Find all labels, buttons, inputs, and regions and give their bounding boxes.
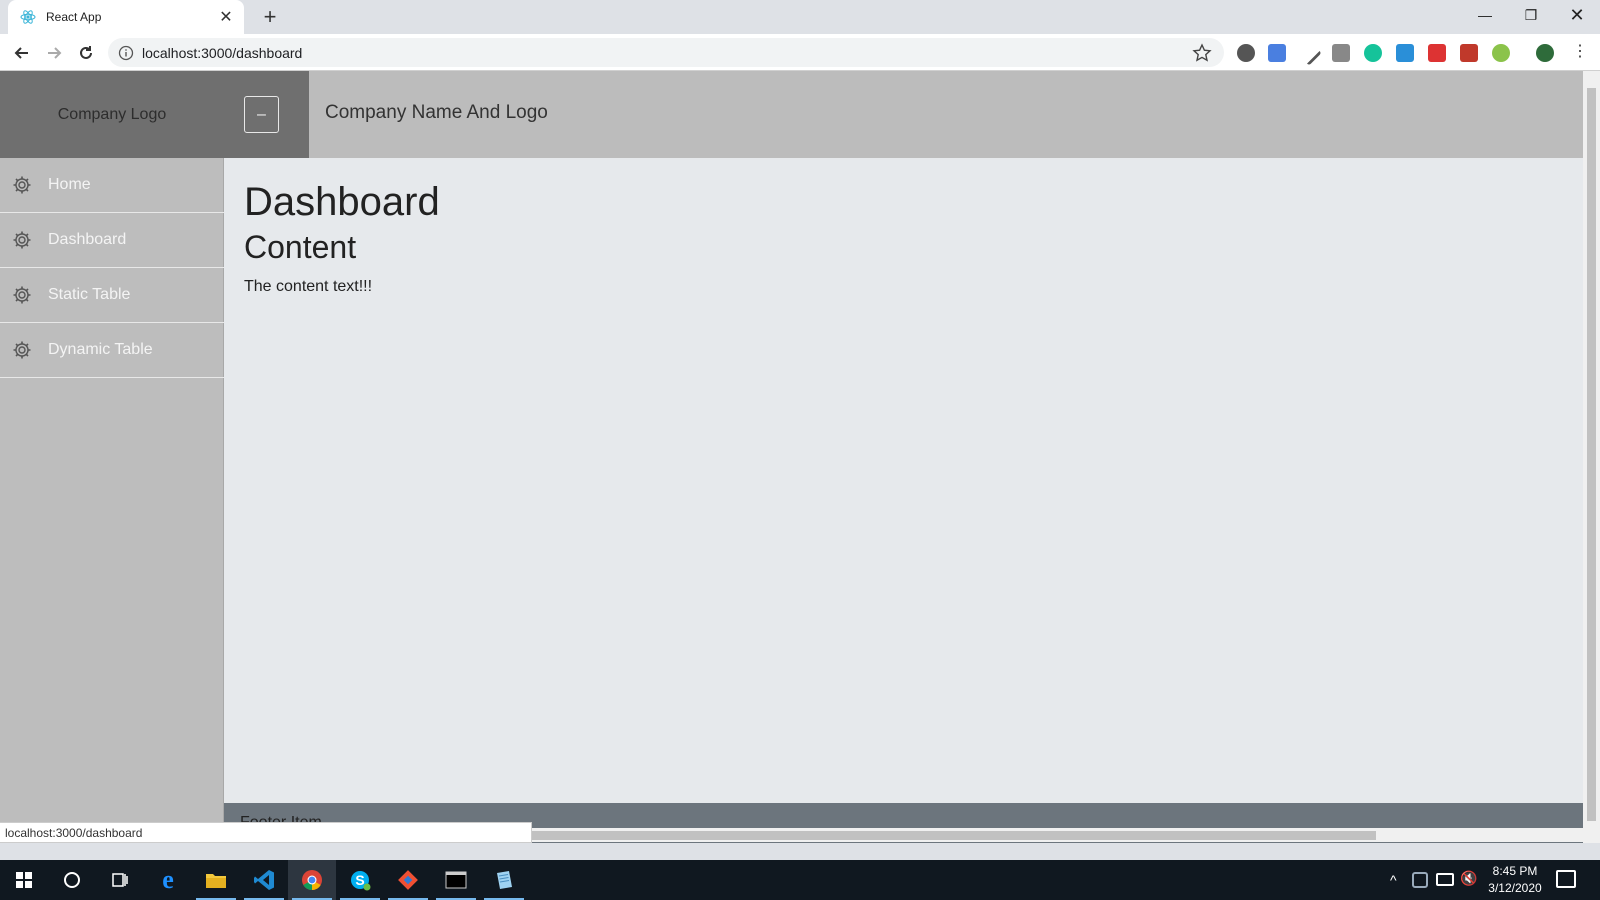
minimize-button[interactable]: —: [1462, 0, 1508, 30]
company-logo: Company Logo: [0, 71, 224, 158]
folder-icon: [206, 874, 226, 888]
page-viewport: Company Logo – Company Name And Logo Hom…: [0, 71, 1583, 843]
reload-icon: [80, 46, 92, 59]
page-title: Dashboard: [244, 180, 440, 224]
scrollbar-thumb[interactable]: [532, 831, 1376, 840]
google-translate-icon[interactable]: [1268, 44, 1286, 62]
tab-close-icon[interactable]: ✕: [216, 7, 236, 27]
clock-time: 8:45 PM: [1492, 864, 1538, 878]
sidebar-item-label: Static Table: [48, 286, 131, 303]
close-window-button[interactable]: ✕: [1554, 0, 1600, 30]
section-title: Content: [244, 229, 357, 265]
green-extension-icon[interactable]: [1492, 44, 1510, 62]
windows-taskbar: e S ^ 🔇 8:45 PM 3/12/2020: [0, 860, 1600, 900]
system-clock[interactable]: 8:45 PM 3/12/2020: [1480, 863, 1550, 897]
sidebar-item-static-table[interactable]: Static Table: [0, 268, 224, 323]
pdf-extension-icon[interactable]: [1428, 44, 1446, 62]
cortana-circle-icon: [64, 872, 80, 888]
back-button[interactable]: [10, 41, 34, 65]
vscode-taskbar-icon[interactable]: [240, 860, 288, 900]
chrome-menu-icon[interactable]: ⋮: [1572, 42, 1588, 62]
git-diamond-icon: [398, 870, 418, 890]
edge-icon: e: [162, 865, 174, 894]
chrome-icon: [302, 870, 322, 891]
browser-tab-bar: React App ✕ + — ❐ ✕: [0, 0, 1600, 34]
chrome-taskbar-icon[interactable]: [288, 860, 336, 900]
sidebar-item-dashboard[interactable]: Dashboard: [0, 213, 224, 268]
extension-record-icon[interactable]: [1237, 44, 1255, 62]
status-bar-url: localhost:3000/dashboard: [0, 822, 532, 843]
address-bar[interactable]: localhost:3000/dashboard: [108, 38, 1224, 67]
extension-counter-icon[interactable]: [1396, 44, 1414, 62]
start-button[interactable]: [0, 860, 48, 900]
bookmark-star-icon[interactable]: [1192, 42, 1212, 63]
sidebar-item-label: Dashboard: [48, 231, 127, 248]
show-hidden-icons-chevron-icon[interactable]: ^: [1390, 872, 1397, 888]
clock-date: 3/12/2020: [1488, 881, 1542, 895]
back-arrow-icon: [14, 47, 28, 59]
content-text: The content text!!!: [244, 278, 373, 295]
grammarly-icon[interactable]: [1364, 44, 1382, 62]
reload-button[interactable]: [74, 41, 98, 65]
gear-icon: [12, 340, 32, 360]
restore-button[interactable]: ❐: [1508, 0, 1554, 30]
task-view-button[interactable]: [96, 860, 144, 900]
gear-icon: [12, 285, 32, 305]
camera-icon[interactable]: [1332, 44, 1350, 62]
notepad-icon: [497, 871, 512, 889]
browser-tab[interactable]: React App ✕: [8, 0, 244, 34]
sidebar-item-label: Dynamic Table: [48, 341, 153, 358]
action-center-icon[interactable]: [1556, 870, 1576, 888]
volume-muted-icon[interactable]: 🔇: [1460, 870, 1477, 887]
profile-avatar[interactable]: [1536, 44, 1554, 62]
toggle-area: –: [224, 71, 309, 158]
top-header: – Company Name And Logo: [224, 71, 1583, 158]
vscode-icon: [254, 870, 274, 890]
skype-icon: S: [351, 871, 371, 891]
sidebar-item-label: Home: [48, 176, 91, 193]
svg-text:S: S: [355, 872, 364, 888]
new-tab-button[interactable]: +: [258, 4, 282, 29]
notepad-taskbar-icon[interactable]: [480, 860, 528, 900]
eyedropper-icon[interactable]: [1296, 40, 1322, 66]
skype-taskbar-icon[interactable]: S: [336, 860, 384, 900]
sidebar-item-dynamic-table[interactable]: Dynamic Table: [0, 323, 224, 378]
terminal-icon: [445, 871, 467, 889]
network-icon[interactable]: [1436, 873, 1454, 886]
main-content: Dashboard Content The content text!!!: [224, 158, 1583, 803]
tab-title: React App: [46, 10, 102, 24]
forward-button[interactable]: [42, 41, 66, 65]
red-extension-icon[interactable]: [1460, 44, 1478, 62]
edge-taskbar-icon[interactable]: e: [144, 860, 192, 900]
sidebar: Home Dashboard Static Table Dynamic Tabl…: [0, 158, 224, 843]
task-view-icon: [112, 873, 128, 887]
cortana-button[interactable]: [48, 860, 96, 900]
windows-logo-icon: [16, 872, 32, 888]
terminal-taskbar-icon[interactable]: [432, 860, 480, 900]
vertical-scrollbar[interactable]: [1583, 71, 1600, 843]
gear-icon: [12, 175, 32, 195]
forward-arrow-icon: [48, 47, 62, 59]
gear-icon: [12, 230, 32, 250]
file-explorer-taskbar-icon[interactable]: [192, 860, 240, 900]
git-taskbar-icon[interactable]: [384, 860, 432, 900]
sidebar-item-home[interactable]: Home: [0, 158, 224, 213]
scrollbar-thumb[interactable]: [1587, 88, 1596, 821]
url-text[interactable]: localhost:3000/dashboard: [142, 45, 1192, 61]
sidebar-toggle-button[interactable]: –: [244, 96, 279, 133]
browser-toolbar: localhost:3000/dashboard ⋮: [0, 34, 1600, 71]
horizontal-scrollbar[interactable]: [532, 828, 1583, 842]
react-favicon-icon: [20, 9, 36, 25]
security-tray-icon[interactable]: [1412, 872, 1428, 888]
company-name: Company Name And Logo: [325, 102, 548, 123]
info-icon[interactable]: [118, 45, 134, 61]
